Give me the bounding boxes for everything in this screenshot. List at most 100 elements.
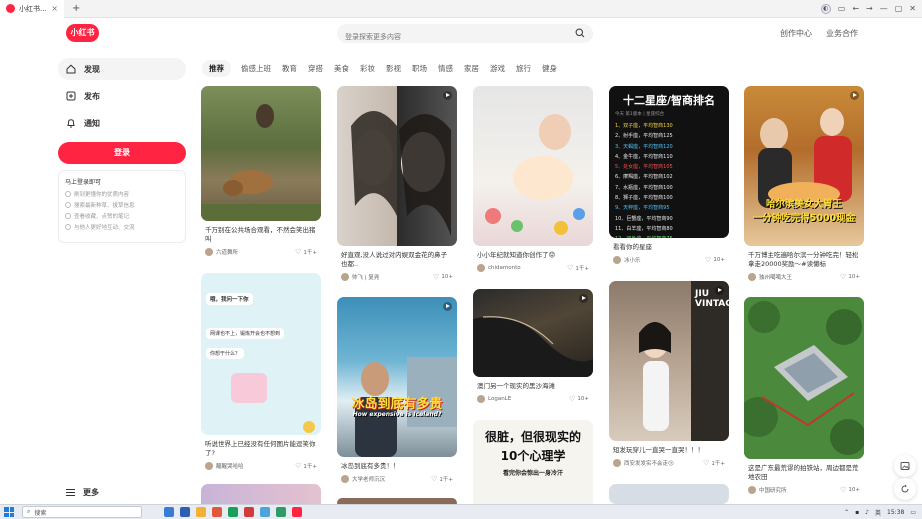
feed-card[interactable]: 千万别在公共场合观看，不然会笑出猪叫 六道舞所 ♡ 1千+ xyxy=(201,86,321,256)
feed-card[interactable]: 哈尔滨美女大胃王 一分钟吃完得5000现金 千万博主吃遍哈尔滨一分钟吃完！轻松拿… xyxy=(744,86,864,281)
tab-category[interactable]: 旅行 xyxy=(516,63,531,74)
author[interactable]: chidamonto xyxy=(477,264,521,272)
tab-category[interactable]: 健身 xyxy=(542,63,557,74)
task-view-icon[interactable] xyxy=(164,507,174,517)
tray-arrow-icon[interactable]: ⌃ xyxy=(844,509,849,516)
feed-card[interactable]: JIU VINTAGE 短发玩穿儿一直哭一直哭！！！ 西安发发实不会走😗 ♡1千… xyxy=(609,281,729,467)
feed-card[interactable]: 很脏，但很现实的 10个心理学 看完你会惊出一身冷汗 xyxy=(473,420,593,510)
note-title[interactable]: 冰岛到底有多贵！！ xyxy=(337,462,457,471)
tab-category[interactable]: 教育 xyxy=(282,63,297,74)
tab-category[interactable]: 美食 xyxy=(334,63,349,74)
notification-icon[interactable]: ▭ xyxy=(910,509,916,516)
feed-card[interactable] xyxy=(609,484,729,504)
like-button[interactable]: ♡ 10+ xyxy=(840,486,860,494)
tab-category[interactable]: 影视 xyxy=(386,63,401,74)
forward-icon[interactable]: → xyxy=(866,4,873,13)
app-icon[interactable] xyxy=(212,507,222,517)
taskbar-search[interactable]: ⌕ 搜索 xyxy=(22,506,142,518)
note-title[interactable]: 好直观,没人说过对内娱双金花的鼻子也都.. xyxy=(337,251,457,269)
folder-icon[interactable] xyxy=(196,507,206,517)
like-button[interactable]: ♡ 1千+ xyxy=(703,459,725,467)
feed-card[interactable]: 这是广东最荒谬的拍铁站，周边都是荒地农田 中国研究所 ♡ 10+ xyxy=(744,297,864,494)
tab-search-icon[interactable]: ▭ xyxy=(838,4,846,13)
like-button[interactable]: ♡ 10+ xyxy=(433,273,453,281)
minimize-icon[interactable]: — xyxy=(880,4,888,13)
edge-icon[interactable] xyxy=(260,507,270,517)
feed-card[interactable]: 十二星座/智商排名 今天 第1版本 | 星座综合 1、双子座，平均智商130 2、… xyxy=(609,86,729,264)
author[interactable]: 冰小乐 xyxy=(613,256,641,264)
back-icon[interactable]: ← xyxy=(852,4,859,13)
search-icon[interactable] xyxy=(575,28,585,38)
search-input[interactable] xyxy=(337,28,557,47)
maximize-icon[interactable]: ▢ xyxy=(895,4,903,13)
app-icon[interactable] xyxy=(180,507,190,517)
tab-category[interactable]: 游戏 xyxy=(490,63,505,74)
business-link[interactable]: 业务合作 xyxy=(826,28,858,39)
extension-icon[interactable]: ◐ xyxy=(820,3,831,14)
tab-recommend[interactable]: 推荐 xyxy=(202,59,231,77)
author[interactable]: 六道舞所 xyxy=(205,248,238,256)
note-cover-image[interactable] xyxy=(201,86,321,221)
note-cover-image[interactable] xyxy=(337,86,457,246)
close-window-icon[interactable]: ✕ xyxy=(909,4,916,13)
refresh-float-button[interactable] xyxy=(894,478,916,500)
browser-tab[interactable]: 小红书... × xyxy=(0,0,64,18)
volume-icon[interactable]: ♪ xyxy=(865,509,869,516)
tab-category[interactable]: 穿搭 xyxy=(308,63,323,74)
note-cover-image[interactable] xyxy=(744,297,864,459)
login-button[interactable]: 登录 xyxy=(58,142,186,164)
feed-card[interactable]: 澳门另一个现实的黑沙海滩 LoganLE ♡ 10+ xyxy=(473,289,593,403)
sidebar-item-discover[interactable]: 发现 xyxy=(58,58,186,80)
like-button[interactable]: ♡ 10+ xyxy=(569,395,589,403)
input-language[interactable]: 英 xyxy=(875,508,881,517)
like-button[interactable]: ♡ 10+ xyxy=(705,256,725,264)
tab-category[interactable]: 偷感上班 xyxy=(241,63,271,74)
tab-category[interactable]: 职场 xyxy=(412,63,427,74)
new-tab-button[interactable]: + xyxy=(72,3,80,14)
note-title[interactable]: 千万博主吃遍哈尔滨一分钟吃完！轻松拿走20000奖励～#读懒标 xyxy=(744,251,864,269)
note-title[interactable]: 这是广东最荒谬的拍铁站，周边都是荒地农田 xyxy=(744,464,864,482)
author[interactable]: 大学老师沉沉 xyxy=(341,475,385,483)
network-icon[interactable]: ▪ xyxy=(855,509,859,516)
author[interactable]: 帅飞 | 复尧 xyxy=(341,273,379,281)
app-icon[interactable] xyxy=(244,507,254,517)
creator-center-link[interactable]: 创作中心 xyxy=(780,28,812,39)
search-bar[interactable] xyxy=(337,24,593,47)
feed-card[interactable]: 哦，我问一下你 网课也不上，锻炼开会也不想到 你想干什么？ 听说世界上已经没有任… xyxy=(201,273,321,470)
like-button[interactable]: ♡ 1千+ xyxy=(295,462,317,470)
author[interactable]: LoganLE xyxy=(477,395,511,403)
notes-float-button[interactable] xyxy=(894,455,916,477)
sidebar-item-notifications[interactable]: 通知 xyxy=(58,112,186,134)
like-button[interactable]: ♡ 1千+ xyxy=(295,248,317,256)
logo[interactable]: 小红书 xyxy=(66,24,99,42)
author[interactable]: 西安发发实不会走😗 xyxy=(613,459,674,467)
note-cover-image[interactable] xyxy=(473,289,593,377)
note-title[interactable]: 短发玩穿儿一直哭一直哭！！！ xyxy=(609,446,729,455)
feed-card[interactable]: 小小年纪就知道你创作了😟 chidamonto ♡ 1千+ xyxy=(473,86,593,272)
note-title[interactable]: 小小年纪就知道你创作了😟 xyxy=(473,251,593,260)
note-cover-image[interactable]: 哈尔滨美女大胃王 一分钟吃完得5000现金 xyxy=(744,86,864,246)
app-icon[interactable] xyxy=(276,507,286,517)
note-cover-image[interactable]: JIU VINTAGE xyxy=(609,281,729,441)
windows-start-icon[interactable] xyxy=(4,507,14,517)
note-cover-image[interactable]: 十二星座/智商排名 今天 第1版本 | 星座综合 1、双子座，平均智商130 2、… xyxy=(609,86,729,238)
like-button[interactable]: ♡ 10+ xyxy=(840,273,860,281)
tab-category[interactable]: 情感 xyxy=(438,63,453,74)
note-title[interactable]: 澳门另一个现实的黑沙海滩 xyxy=(473,382,593,391)
note-title[interactable]: 看看你的星座 xyxy=(609,243,729,252)
author[interactable]: 独州噶噶大王 xyxy=(748,273,792,281)
feed-card[interactable]: 好直观,没人说过对内娱双金花的鼻子也都.. 帅飞 | 复尧 ♡ 10+ xyxy=(337,86,457,281)
like-button[interactable]: ♡ 1千+ xyxy=(431,475,453,483)
like-button[interactable]: ♡ 1千+ xyxy=(567,264,589,272)
app-icon[interactable] xyxy=(228,507,238,517)
tab-close-icon[interactable]: × xyxy=(51,4,58,13)
note-cover-image[interactable]: 哦，我问一下你 网课也不上，锻炼开会也不想到 你想干什么？ xyxy=(201,273,321,435)
xiaohongshu-taskbar-icon[interactable] xyxy=(292,507,302,517)
note-cover-image[interactable] xyxy=(473,86,593,246)
note-cover-image[interactable]: 冰岛到底有多贵 How expensive is Iceland? xyxy=(337,297,457,457)
more-menu-button[interactable]: 更多 xyxy=(66,487,99,498)
sidebar-item-publish[interactable]: 发布 xyxy=(58,85,186,107)
tab-category[interactable]: 彩妆 xyxy=(360,63,375,74)
feed-card[interactable]: 冰岛到底有多贵 How expensive is Iceland? 冰岛到底有多… xyxy=(337,297,457,483)
tab-category[interactable]: 家居 xyxy=(464,63,479,74)
